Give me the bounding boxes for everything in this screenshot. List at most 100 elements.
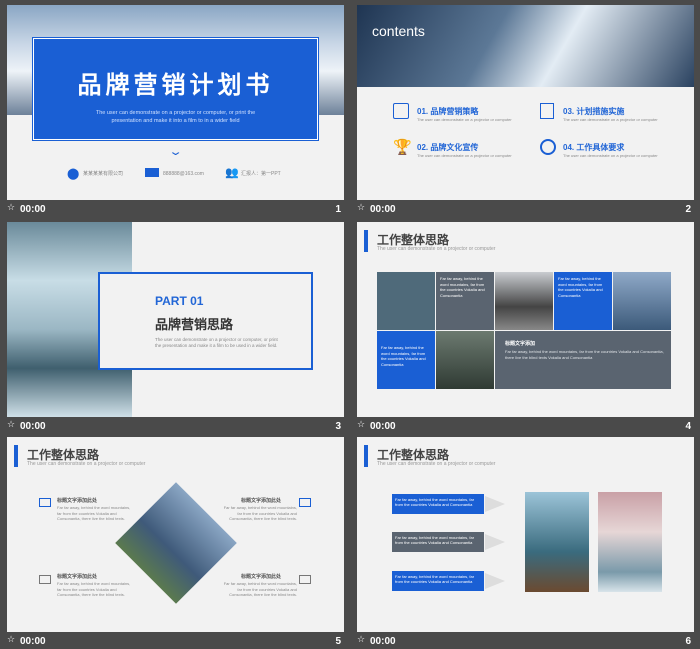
info-text-1: Far far away, behind the word mountains,… — [395, 497, 475, 507]
slide-number: 1 — [335, 204, 341, 215]
arrow-1 — [485, 496, 505, 512]
board-icon — [39, 498, 51, 507]
transition-star-icon: ☆ — [7, 635, 16, 645]
transition-star-icon: ☆ — [7, 420, 16, 430]
main-subtitle: The user can demonstrate on a projector … — [95, 110, 256, 124]
text-tile-1: Far far away, behind the word mountains,… — [436, 272, 494, 330]
slide-time: 00:00 — [20, 204, 46, 215]
contact-email: 888888@163.com — [163, 171, 204, 177]
computer-icon — [540, 103, 554, 119]
info-box-3: Far far away, behind the word mountains,… — [392, 571, 484, 591]
label-panel: 标题文字添加 Far far away, behind the word mou… — [495, 331, 671, 389]
block-text-3: Far far away, behind the word mountains,… — [57, 581, 131, 597]
slide-4-canvas[interactable]: 工作整体思路 The user can demonstrate on a pro… — [357, 222, 694, 417]
info-text-3: Far far away, behind the word mountains,… — [395, 574, 475, 584]
slide-subtitle: The user can demonstrate on a projector … — [377, 461, 496, 467]
slide-6-canvas[interactable]: 工作整体思路 The user can demonstrate on a pro… — [357, 437, 694, 632]
slide-time: 00:00 — [20, 636, 46, 647]
transition-star-icon: ☆ — [357, 635, 366, 645]
slide-5-canvas[interactable]: 工作整体思路 The user can demonstrate on a pro… — [7, 437, 344, 632]
part-frame: PART 01 品牌营销思路 The user can demonstrate … — [98, 272, 313, 370]
photo-2 — [495, 272, 553, 330]
screen-icon — [39, 575, 51, 584]
slide-5-meta: ☆ 00:00 5 — [7, 635, 344, 649]
main-title: 品牌营销计划书 — [77, 72, 274, 99]
diamond-photo — [115, 482, 237, 604]
slide-time: 00:00 — [370, 421, 396, 432]
contents-desc-2: The user can demonstrate on a projector … — [417, 153, 512, 158]
transition-star-icon: ☆ — [7, 203, 16, 213]
document-icon — [393, 103, 409, 119]
slide-thumb-2[interactable]: contents 01. 品牌营销策略 The user can demonst… — [357, 5, 694, 217]
mail-icon — [145, 168, 159, 177]
slide-4-meta: ☆ 00:00 4 — [357, 420, 694, 434]
info-text-2: Far far away, behind the word mountains,… — [395, 535, 475, 545]
people-icon: 👥 — [225, 167, 239, 179]
part-desc: The user can demonstrate on a projector … — [155, 337, 278, 348]
block-text-2: Far far away, behind the word mountains,… — [223, 505, 297, 521]
slide-6-meta: ☆ 00:00 6 — [357, 635, 694, 649]
title-accent-bar — [364, 445, 368, 467]
slide-1-meta: ☆ 00:00 1 — [7, 203, 344, 217]
title-accent-bar — [364, 230, 368, 252]
part-title: 品牌营销思路 — [155, 317, 234, 332]
slide-thumb-6[interactable]: 工作整体思路 The user can demonstrate on a pro… — [357, 437, 694, 649]
info-box-2: Far far away, behind the word mountains,… — [392, 532, 484, 552]
slide-number: 5 — [335, 636, 341, 647]
photo-forest — [525, 492, 589, 592]
part-number: PART 01 — [155, 294, 204, 308]
gear-icon — [540, 139, 556, 155]
mountain-header-image: contents — [357, 5, 694, 87]
slide-subtitle: The user can demonstrate on a projector … — [377, 246, 496, 252]
slide-number: 2 — [685, 204, 691, 215]
block-text-4: Far far away, behind the word mountains,… — [223, 581, 297, 597]
slide-3-meta: ☆ 00:00 3 — [7, 420, 344, 434]
title-accent-bar — [14, 445, 18, 467]
photo-clouds — [598, 492, 662, 592]
tile-text-3: Far far away, behind the word mountains,… — [381, 345, 426, 367]
chevron-down-icon: ⌄ — [168, 146, 183, 158]
slide-thumb-1[interactable]: 品牌营销计划书 The user can demonstrate on a pr… — [7, 5, 344, 217]
tile-text-1: Far far away, behind the word mountains,… — [440, 276, 485, 298]
location-icon: ⬤ — [67, 168, 80, 180]
slide-1-canvas[interactable]: 品牌营销计划书 The user can demonstrate on a pr… — [7, 5, 344, 200]
contact-company: 某某某某有限公司 — [83, 171, 124, 177]
contents-desc-1: The user can demonstrate on a projector … — [417, 117, 512, 122]
chart-icon — [299, 498, 311, 507]
slide-time: 00:00 — [20, 421, 46, 432]
text-tile-3: Far far away, behind the word mountains,… — [377, 331, 435, 389]
block-title-3: 标题文字添加此处 — [57, 574, 98, 580]
slide-number: 4 — [685, 421, 691, 432]
tile-text-2: Far far away, behind the word mountains,… — [558, 276, 603, 298]
contents-desc-3: The user can demonstrate on a projector … — [563, 117, 658, 122]
photo-1 — [377, 272, 435, 330]
block-title-2: 标题文字添加此处 — [241, 498, 282, 504]
panel-desc: Far far away, behind the word mountains,… — [505, 349, 664, 360]
photo-4 — [436, 331, 494, 389]
transition-star-icon: ☆ — [357, 420, 366, 430]
contact-reporter: 汇报人：第一PPT — [241, 171, 281, 177]
easel-icon — [299, 575, 311, 584]
title-box: 品牌营销计划书 The user can demonstrate on a pr… — [32, 37, 319, 141]
contents-desc-4: The user can demonstrate on a projector … — [563, 153, 658, 158]
trophy-icon: 🏆 — [393, 139, 412, 156]
photo-3 — [613, 272, 671, 330]
slide-thumb-4[interactable]: 工作整体思路 The user can demonstrate on a pro… — [357, 222, 694, 434]
info-box-1: Far far away, behind the word mountains,… — [392, 494, 484, 514]
arrow-2 — [485, 534, 505, 550]
transition-star-icon: ☆ — [357, 203, 366, 213]
slide-thumb-3[interactable]: PART 01 品牌营销思路 The user can demonstrate … — [7, 222, 344, 434]
contents-title: contents — [372, 23, 425, 39]
slide-2-meta: ☆ 00:00 2 — [357, 203, 694, 217]
slide-3-canvas[interactable]: PART 01 品牌营销思路 The user can demonstrate … — [7, 222, 344, 417]
panel-label: 标题文字添加 — [505, 341, 536, 347]
text-tile-2: Far far away, behind the word mountains,… — [554, 272, 612, 330]
slide-number: 3 — [335, 421, 341, 432]
slide-number: 6 — [685, 636, 691, 647]
block-title-4: 标题文字添加此处 — [241, 574, 282, 580]
slide-time: 00:00 — [370, 636, 396, 647]
slide-time: 00:00 — [370, 204, 396, 215]
slide-2-canvas[interactable]: contents 01. 品牌营销策略 The user can demonst… — [357, 5, 694, 200]
slide-thumb-5[interactable]: 工作整体思路 The user can demonstrate on a pro… — [7, 437, 344, 649]
block-text-1: Far far away, behind the word mountains,… — [57, 505, 131, 521]
